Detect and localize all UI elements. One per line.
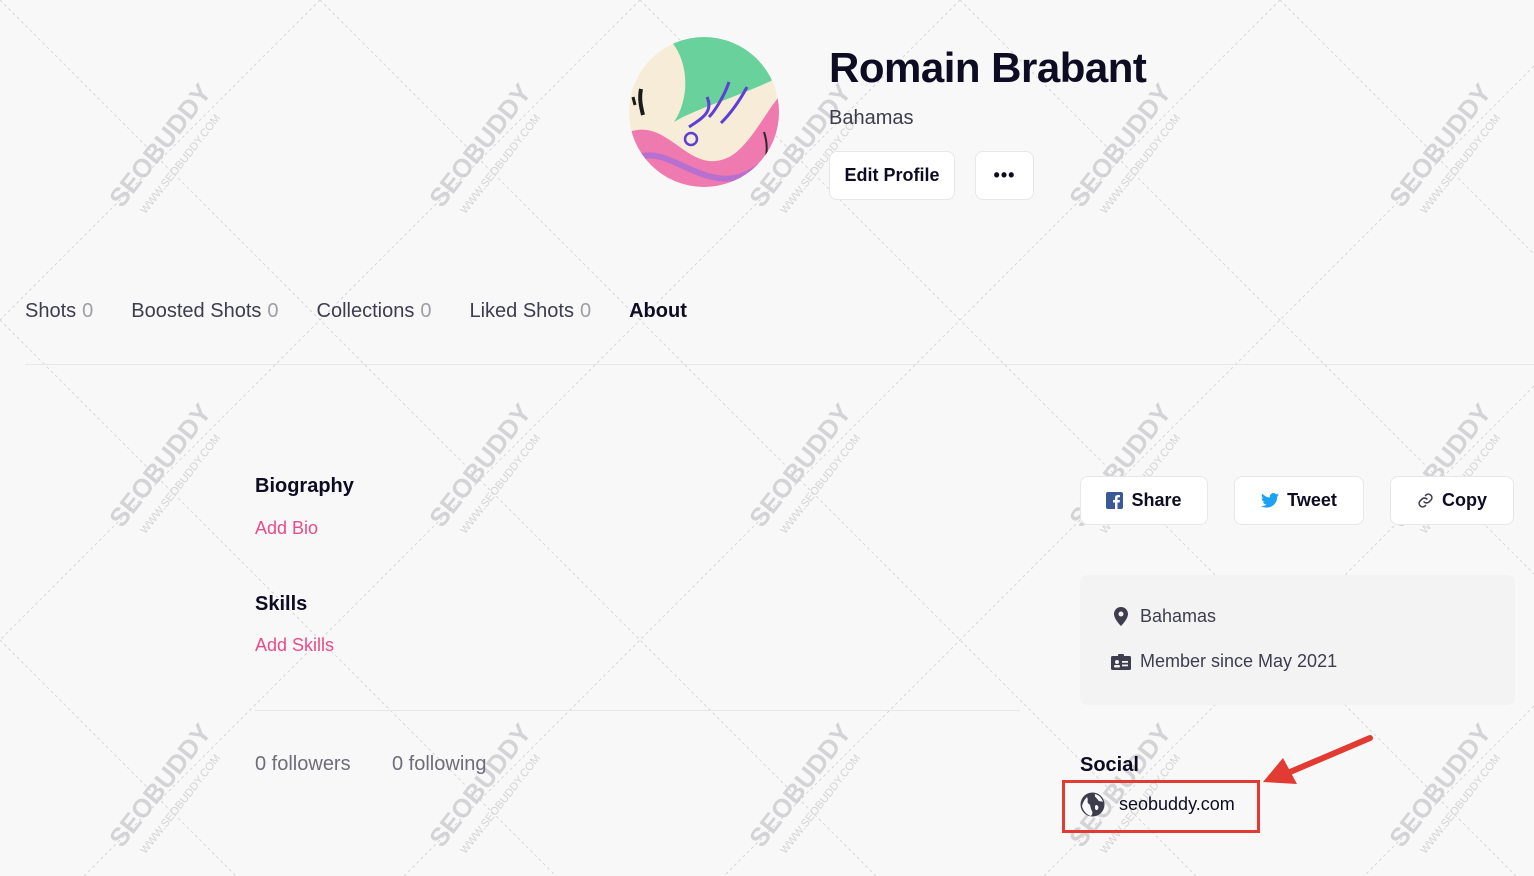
watermark-stamp: SEOBUDDYWWW.SEOBUDDY.COM [743, 718, 863, 856]
profile-location: Bahamas [829, 107, 914, 129]
twitter-icon [1261, 493, 1280, 508]
watermark-brand: SEOBUDDY [743, 398, 857, 533]
copy-label: Copy [1442, 490, 1487, 510]
watermark-url: WWW.SEOBUDDY.COM [138, 752, 223, 856]
tab-label: Liked Shots [469, 300, 574, 322]
map-pin-icon [1110, 607, 1132, 626]
watermark-stamp: SEOBUDDYWWW.SEOBUDDY.COM [423, 718, 543, 856]
tweet-label: Tweet [1287, 490, 1337, 510]
biography-title: Biography [255, 475, 354, 497]
watermark-brand: SEOBUDDY [1063, 78, 1177, 213]
tab-label: Collections [316, 300, 415, 322]
followers-link[interactable]: 0 followers [255, 753, 351, 776]
profile-name: Romain Brabant [829, 44, 1147, 91]
info-location: Bahamas [1140, 606, 1217, 626]
watermark-stamp: SEOBUDDYWWW.SEOBUDDY.COM [103, 398, 223, 536]
more-options-button[interactable]: ••• [975, 151, 1034, 200]
watermark-stamp: SEOBUDDYWWW.SEOBUDDY.COM [423, 78, 543, 216]
social-title: Social [1080, 754, 1139, 776]
info-member-since: Member since May 2021 [1140, 651, 1338, 671]
following-link[interactable]: 0 following [392, 753, 487, 776]
watermark-brand: SEOBUDDY [423, 78, 537, 213]
id-card-icon [1110, 653, 1132, 670]
tab-about[interactable]: About [629, 300, 687, 323]
watermark-stamp: SEOBUDDYWWW.SEOBUDDY.COM [1383, 78, 1503, 216]
watermark-url: WWW.SEOBUDDY.COM [1418, 752, 1503, 856]
watermark-url: WWW.SEOBUDDY.COM [778, 432, 863, 536]
profile-tabs: Shots 0 Boosted Shots 0 Collections 0 Liked… [25, 300, 725, 323]
watermark-brand: SEOBUDDY [1383, 78, 1497, 213]
tab-label: Boosted Shots [131, 300, 262, 322]
tab-shots[interactable]: Shots 0 [25, 300, 93, 323]
watermark-stamp: SEOBUDDYWWW.SEOBUDDY.COM [743, 398, 863, 536]
tab-boosted-shots[interactable]: Boosted Shots 0 [131, 300, 278, 323]
tab-label: Shots [25, 300, 77, 322]
tab-count: 0 [82, 300, 94, 322]
info-member-row: Member since May 2021 [1110, 651, 1337, 672]
tab-count: 0 [420, 300, 432, 322]
add-bio-link[interactable]: Add Bio [255, 518, 318, 539]
watermark-brand: SEOBUDDY [103, 718, 217, 853]
watermark-url: WWW.SEOBUDDY.COM [138, 112, 223, 216]
share-label: Share [1131, 490, 1182, 510]
tab-liked-shots[interactable]: Liked Shots 0 [469, 300, 591, 323]
tabs-divider [25, 364, 1534, 365]
profile-info-card: Bahamas Member since May 2021 [1080, 575, 1515, 705]
watermark-url: WWW.SEOBUDDY.COM [458, 112, 543, 216]
tab-collections[interactable]: Collections 0 [317, 300, 432, 323]
watermark-brand: SEOBUDDY [103, 398, 217, 533]
watermark-brand: SEOBUDDY [743, 718, 857, 853]
watermark-stamp: SEOBUDDYWWW.SEOBUDDY.COM [1063, 78, 1183, 216]
tab-count: 0 [579, 300, 592, 322]
avatar-illustration [629, 37, 779, 187]
add-skills-link[interactable]: Add Skills [255, 635, 334, 656]
edit-profile-button[interactable]: Edit Profile [829, 151, 955, 200]
annotation-arrow [1263, 735, 1373, 784]
tab-count: 0 [267, 300, 279, 322]
copy-link-button[interactable]: Copy [1390, 476, 1514, 525]
tweet-button[interactable]: Tweet [1234, 476, 1364, 525]
skills-title: Skills [255, 593, 308, 615]
facebook-icon [1106, 492, 1124, 509]
watermark-url: WWW.SEOBUDDY.COM [138, 432, 223, 536]
watermark-stamp: SEOBUDDYWWW.SEOBUDDY.COM [103, 78, 223, 216]
link-icon [1417, 492, 1434, 509]
watermark-stamp: SEOBUDDYWWW.SEOBUDDY.COM [423, 398, 543, 536]
annotation-highlight-box [1062, 780, 1260, 833]
watermark-url: WWW.SEOBUDDY.COM [1418, 112, 1503, 216]
watermark-url: WWW.SEOBUDDY.COM [1098, 112, 1183, 216]
watermark-brand: SEOBUDDY [423, 398, 537, 533]
info-location-row: Bahamas [1110, 606, 1216, 627]
facebook-share-button[interactable]: Share [1080, 476, 1208, 525]
watermark-brand: SEOBUDDY [1383, 718, 1497, 853]
watermark-stamp: SEOBUDDYWWW.SEOBUDDY.COM [1383, 718, 1503, 856]
watermark-url: WWW.SEOBUDDY.COM [458, 432, 543, 536]
watermark-url: WWW.SEOBUDDY.COM [778, 752, 863, 856]
avatar[interactable] [629, 37, 779, 187]
watermark-brand: SEOBUDDY [103, 78, 217, 213]
watermark-stamp: SEOBUDDYWWW.SEOBUDDY.COM [103, 718, 223, 856]
ellipsis-icon: ••• [993, 165, 1016, 185]
tab-label: About [629, 300, 687, 322]
about-divider [255, 710, 1020, 711]
watermark-brand: SEOBUDDY [423, 718, 537, 853]
